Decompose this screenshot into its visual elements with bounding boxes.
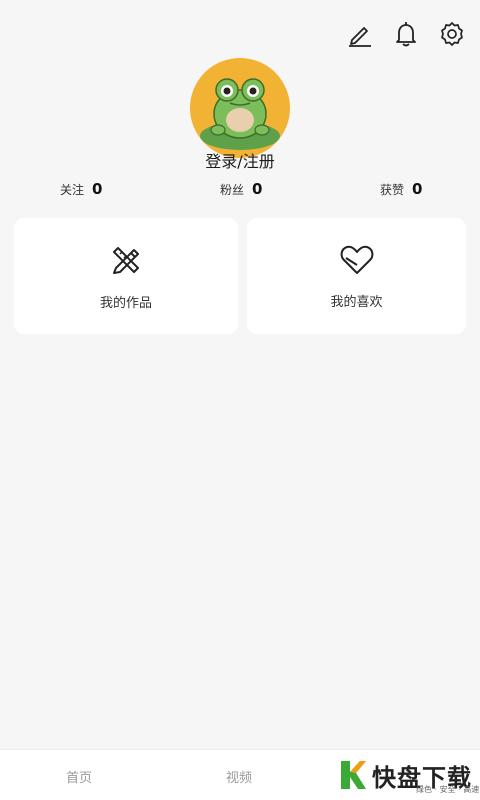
top-toolbar xyxy=(346,20,466,48)
tab-video[interactable]: 视频 xyxy=(226,767,252,786)
bottom-tab-bar: 首页 视频 快盘下载 绿色 · 安全 · 高速 xyxy=(0,749,480,800)
stat-likes-label: 获赞 xyxy=(380,183,405,197)
edit-icon[interactable] xyxy=(346,20,374,48)
watermark-logo: 快盘下载 绿色 · 安全 · 高速 xyxy=(338,750,479,800)
kuaipan-logo-icon xyxy=(341,761,366,789)
my-works-card[interactable]: 我的作品 xyxy=(14,218,238,334)
stat-fans-label: 粉丝 xyxy=(220,183,245,197)
avatar[interactable] xyxy=(190,58,290,158)
bell-icon[interactable] xyxy=(392,20,420,48)
heart-icon xyxy=(338,243,376,281)
stat-follow-label: 关注 xyxy=(60,183,85,197)
login-register-link[interactable]: 登录/注册 xyxy=(0,148,480,172)
stat-fans[interactable]: 粉丝 0 xyxy=(220,180,262,198)
watermark-tagline: 绿色 · 安全 · 高速 xyxy=(416,785,480,794)
pencil-ruler-icon xyxy=(108,242,144,282)
stat-follow[interactable]: 关注 0 xyxy=(60,180,102,198)
my-favorites-label: 我的喜欢 xyxy=(330,294,383,310)
stat-follow-value: 0 xyxy=(92,180,103,198)
frog-avatar-image xyxy=(200,78,280,150)
stat-likes-value: 0 xyxy=(412,180,423,198)
stat-fans-value: 0 xyxy=(252,180,263,198)
stat-likes[interactable]: 获赞 0 xyxy=(380,180,422,198)
tab-home[interactable]: 首页 xyxy=(66,767,92,786)
my-favorites-card[interactable]: 我的喜欢 xyxy=(247,218,466,334)
my-works-label: 我的作品 xyxy=(99,295,152,311)
gear-icon[interactable] xyxy=(438,20,466,48)
